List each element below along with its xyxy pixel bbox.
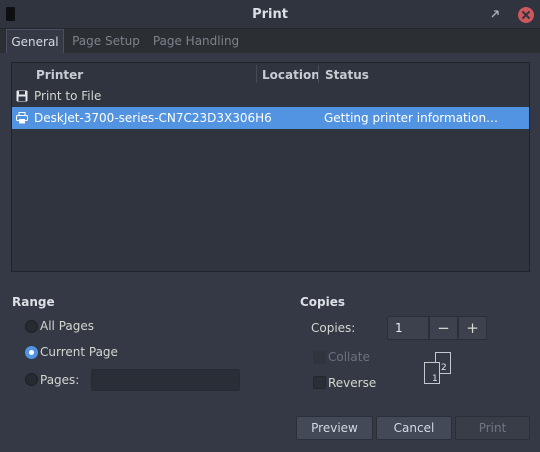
tab-page-handling[interactable]: Page Handling (150, 29, 242, 53)
column-header-location[interactable]: Location (262, 68, 320, 82)
printer-icon (16, 112, 28, 124)
print-button[interactable]: Print (455, 416, 530, 440)
collate-checkbox[interactable] (313, 351, 326, 364)
all-pages-label[interactable]: All Pages (40, 319, 94, 333)
range-title: Range (12, 295, 55, 309)
cancel-button[interactable]: Cancel (376, 416, 452, 440)
radio-current-page[interactable] (25, 346, 38, 359)
pages-label[interactable]: Pages: (40, 373, 79, 387)
current-page-label[interactable]: Current Page (40, 345, 118, 359)
tab-bar: General Page Setup Page Handling (0, 29, 540, 53)
floppy-disk-icon (16, 90, 28, 102)
restore-icon[interactable] (490, 9, 500, 19)
title-bar: Print (0, 0, 540, 29)
column-header-printer[interactable]: Printer (36, 68, 83, 82)
window-title: Print (252, 7, 288, 22)
radio-all-pages[interactable] (25, 320, 38, 333)
printer-row-print-to-file[interactable]: Print to File (12, 85, 529, 107)
printer-name: DeskJet-3700-series-CN7C23D3X306H6 (34, 111, 272, 125)
copies-input[interactable]: 1 (387, 316, 429, 340)
sheet-front: 1 (424, 362, 440, 384)
printer-row-deskjet[interactable]: DeskJet-3700-series-CN7C23D3X306H6 Getti… (12, 107, 529, 129)
preview-button[interactable]: Preview (296, 416, 373, 440)
radio-pages[interactable] (25, 373, 38, 386)
pages-input[interactable] (91, 369, 240, 391)
collate-preview-icon: 2 1 (424, 352, 454, 388)
column-separator[interactable] (256, 65, 257, 83)
printer-name: Print to File (34, 89, 102, 103)
column-separator[interactable] (318, 65, 319, 83)
tab-general[interactable]: General (6, 29, 64, 53)
column-header-status[interactable]: Status (325, 68, 369, 82)
collate-label: Collate (328, 350, 370, 364)
tab-page-setup[interactable]: Page Setup (70, 29, 142, 53)
reverse-label[interactable]: Reverse (328, 376, 376, 390)
reverse-checkbox[interactable] (313, 376, 326, 389)
printer-status: Getting printer information… (324, 111, 499, 125)
copies-increment-button[interactable]: + (458, 316, 487, 340)
close-icon[interactable] (518, 7, 534, 23)
copies-title: Copies (300, 295, 346, 309)
copies-decrement-button[interactable]: − (429, 316, 458, 340)
printer-list[interactable]: Printer Location Status Print to File De… (11, 62, 530, 272)
copies-label: Copies: (311, 321, 356, 335)
